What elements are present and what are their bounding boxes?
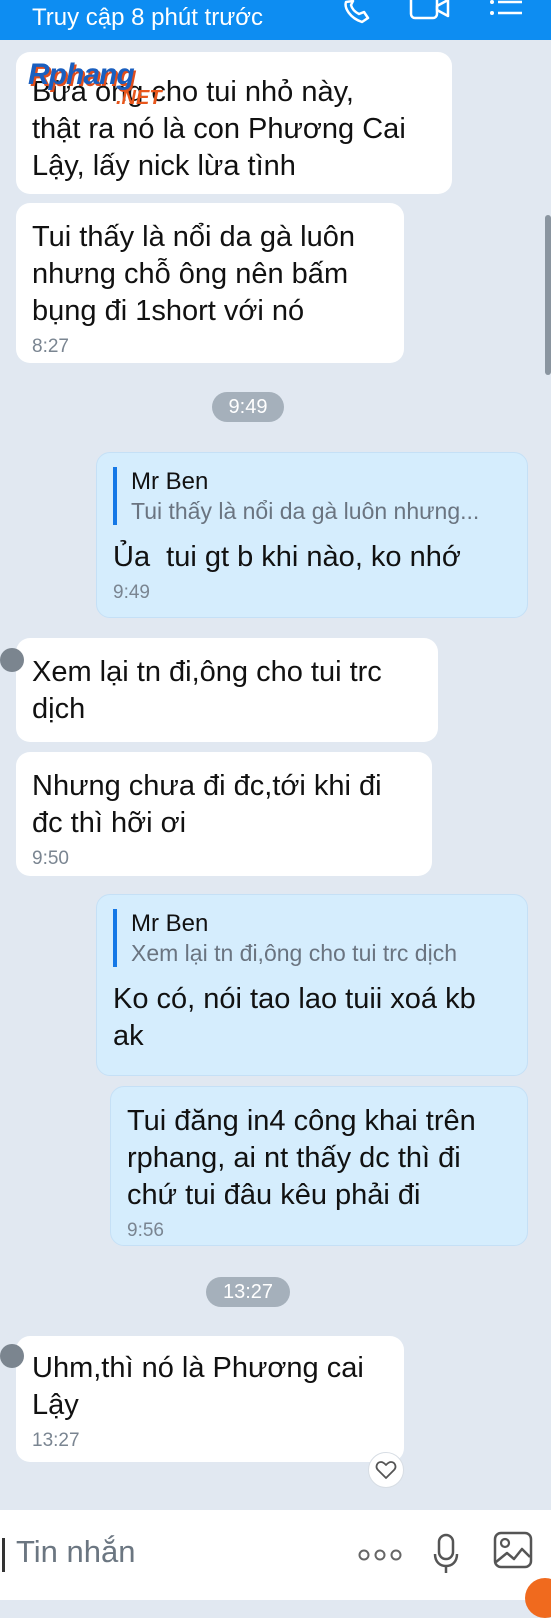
message-bubble-incoming[interactable]: Xem lại tn đi,ông cho tui trc dịch <box>0 638 438 742</box>
message-input[interactable]: Tin nhắn <box>16 1534 136 1570</box>
message-time: 8:27 <box>32 336 69 357</box>
message-text: Nhưng chưa đi đc,tới khi đi đc thì hỡi ơ… <box>32 770 382 839</box>
reply-quote[interactable]: Mr Ben Tui thấy là nổi da gà luôn nhưng.… <box>113 467 511 525</box>
quote-author: Mr Ben <box>131 468 209 495</box>
phone-icon[interactable] <box>340 0 376 31</box>
react-heart-button[interactable] <box>368 1452 404 1488</box>
message-time: 9:49 <box>113 582 150 603</box>
rphang-watermark-logo: Rphang .NET <box>28 60 162 109</box>
video-call-icon[interactable] <box>408 0 450 29</box>
message-time: 13:27 <box>32 1430 80 1451</box>
image-icon[interactable] <box>492 1530 534 1575</box>
message-bubble-outgoing[interactable]: Mr Ben Xem lại tn đi,ông cho tui trc dịc… <box>96 894 528 1076</box>
message-time: 9:50 <box>32 848 69 869</box>
message-text: Uhm,thì nó là Phương cai Lậy <box>32 1352 364 1421</box>
floating-action-badge[interactable] <box>525 1578 551 1618</box>
message-input-bar: Tin nhắn <box>0 1510 551 1600</box>
scrollbar-thumb[interactable] <box>545 215 551 375</box>
message-text: Ko có, nói tao lao tuii xoá kb ak <box>113 983 476 1052</box>
quote-text: Tui thấy là nổi da gà luôn nhưng... <box>131 498 480 524</box>
chat-header: Truy cập 8 phút trước <box>0 0 551 40</box>
message-bubble-incoming[interactable]: Uhm,thì nó là Phương cai Lậy 13:27 <box>0 1336 404 1462</box>
message-text: Xem lại tn đi,ông cho tui trc dịch <box>32 656 382 725</box>
message-bubble-incoming[interactable]: Nhưng chưa đi đc,tới khi đi đc thì hỡi ơ… <box>16 752 432 876</box>
watermark-suffix: .NET <box>116 87 162 109</box>
sender-avatar[interactable] <box>0 1344 24 1368</box>
reply-quote[interactable]: Mr Ben Xem lại tn đi,ông cho tui trc dịc… <box>113 909 511 967</box>
message-bubble-outgoing[interactable]: Tui đăng in4 công khai trên rphang, ai n… <box>110 1086 528 1246</box>
message-bubble-incoming[interactable]: Tui thấy là nổi da gà luôn nhưng chỗ ông… <box>16 203 404 363</box>
more-dots-icon[interactable] <box>358 1548 402 1567</box>
sender-avatar[interactable] <box>0 648 24 672</box>
message-time: 9:56 <box>127 1220 164 1241</box>
time-separator: 9:49 <box>212 392 284 422</box>
quote-text: Xem lại tn đi,ông cho tui trc dịch <box>131 940 457 966</box>
time-separator: 13:27 <box>206 1277 290 1307</box>
message-text: Ủa tui gt b khi nào, ko nhớ <box>113 541 461 573</box>
quote-author: Mr Ben <box>131 910 209 937</box>
message-text: Tui thấy là nổi da gà luôn nhưng chỗ ông… <box>32 221 355 327</box>
menu-list-icon[interactable] <box>486 0 526 29</box>
microphone-icon[interactable] <box>432 1532 460 1581</box>
message-text: Tui đăng in4 công khai trên rphang, ai n… <box>127 1105 476 1211</box>
heart-icon <box>375 1461 397 1479</box>
text-caret <box>2 1538 5 1572</box>
last-seen-status: Truy cập 8 phút trước <box>32 4 263 31</box>
message-bubble-outgoing[interactable]: Mr Ben Tui thấy là nổi da gà luôn nhưng.… <box>96 452 528 618</box>
